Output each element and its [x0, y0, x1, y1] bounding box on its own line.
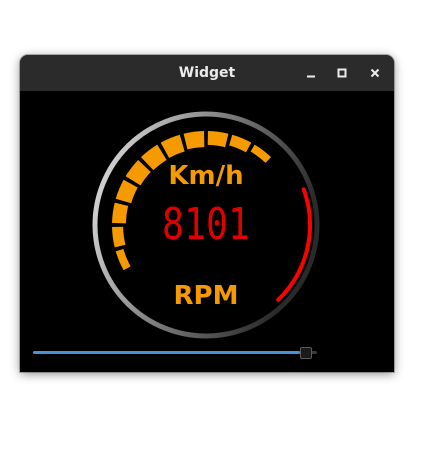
speed-scale-segment [229, 134, 252, 153]
speed-scale-segment [250, 144, 272, 163]
maximize-icon [337, 68, 347, 78]
slider-handle[interactable] [300, 347, 312, 359]
speed-scale-segment [183, 131, 205, 150]
minimize-icon [307, 75, 315, 78]
speed-scale-segment [112, 226, 126, 248]
speed-scale-segment [112, 202, 129, 224]
speed-scale-segment [125, 159, 151, 186]
slider-fill [33, 351, 300, 354]
rpm-label: RPM [174, 281, 239, 311]
title-bar[interactable]: Widget [20, 55, 394, 92]
digital-readout: 8101 [162, 199, 250, 250]
value-slider[interactable] [33, 346, 317, 360]
speed-scale-segment [115, 248, 131, 271]
speed-scale-segment [115, 179, 138, 204]
speed-scale-segment [207, 131, 229, 148]
close-icon [370, 68, 380, 78]
speed-unit-label: Km/h [168, 161, 243, 191]
speedometer-gauge: Km/h 8101 RPM [92, 111, 320, 339]
widget-window: Widget Km/h 8101 RPM [20, 55, 394, 372]
widget-content: Km/h 8101 RPM [20, 91, 394, 372]
close-button[interactable] [364, 62, 386, 84]
maximize-button[interactable] [331, 62, 353, 84]
rpm-arc [276, 187, 312, 302]
minimize-button[interactable] [300, 62, 322, 84]
speed-scale-segment [160, 134, 185, 158]
